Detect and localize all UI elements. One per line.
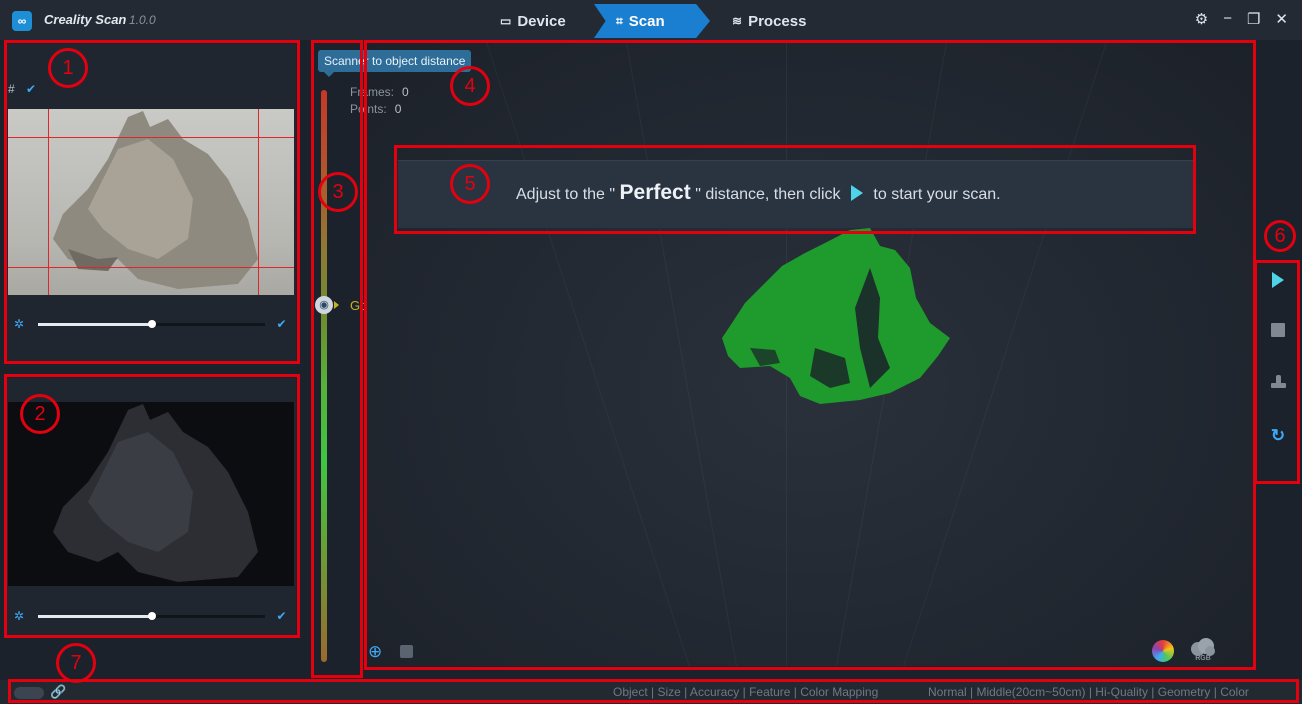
grid-checkbox[interactable]: ✔ bbox=[24, 82, 38, 96]
play-icon bbox=[850, 185, 863, 201]
instruction-highlight: Perfect bbox=[619, 181, 691, 204]
color-wheel-icon[interactable] bbox=[1152, 640, 1174, 662]
annotation-label-6: 6 bbox=[1264, 220, 1296, 252]
window-controls: ⚙ − ❐ ✕ bbox=[1195, 10, 1288, 28]
play-icon bbox=[1272, 272, 1284, 288]
brightness-icon: ✲ bbox=[14, 317, 25, 331]
reset-button[interactable]: ↻ bbox=[1268, 426, 1288, 446]
object-settings-summary[interactable]: Object | Size | Accuracy | Feature | Col… bbox=[613, 685, 878, 699]
play-button[interactable] bbox=[1268, 270, 1288, 290]
status-bar: 🔗 Object | Size | Accuracy | Feature | C… bbox=[0, 680, 1302, 704]
tab-scan[interactable]: ⌗ Scan bbox=[594, 4, 710, 38]
slider-fill bbox=[38, 322, 152, 326]
rgb-cloud-icon[interactable]: RGB bbox=[1190, 638, 1216, 664]
add-point-icon[interactable]: ⊕ bbox=[368, 642, 382, 662]
depth-brightness-row: ✲ ✔ bbox=[14, 606, 288, 626]
tab-process-label: Process bbox=[748, 12, 807, 30]
points-label: Points: bbox=[350, 102, 387, 116]
title-bar: ∞ Creality Scan 1.0.0 ▭ Device ⌗ Scan ≋ … bbox=[0, 0, 1302, 40]
grid-line bbox=[8, 267, 294, 268]
mode-settings-summary[interactable]: Normal | Middle(20cm~50cm) | Hi-Quality … bbox=[928, 685, 1249, 699]
app-window: ∞ Creality Scan 1.0.0 ▭ Device ⌗ Scan ≋ … bbox=[0, 0, 1302, 704]
tab-scan-label: Scan bbox=[628, 12, 665, 30]
scan-stats: Frames: 0 Points: 0 bbox=[350, 84, 409, 118]
settings-icon[interactable]: ⚙ bbox=[1195, 10, 1208, 28]
instruction-after: " distance, then click bbox=[695, 186, 841, 203]
square-toggle[interactable] bbox=[400, 645, 413, 658]
frames-value: 0 bbox=[402, 85, 409, 99]
texture-camera-preview bbox=[8, 109, 294, 295]
auto-exposure-checkbox[interactable]: ✔ bbox=[275, 609, 288, 623]
marker-pointer bbox=[334, 301, 339, 309]
auto-exposure-checkbox[interactable]: ✔ bbox=[275, 317, 288, 331]
stop-icon bbox=[1271, 323, 1285, 337]
frames-label: Frames: bbox=[350, 85, 395, 99]
workflow-steps: ▭ Device ⌗ Scan ≋ Process bbox=[478, 4, 840, 38]
slider-thumb[interactable] bbox=[147, 611, 156, 620]
stop-button[interactable] bbox=[1268, 320, 1288, 340]
tab-process[interactable]: ≋ Process bbox=[710, 4, 840, 38]
texture-brightness-slider[interactable] bbox=[38, 319, 265, 328]
grid-line bbox=[8, 137, 294, 138]
tab-device-label: Device bbox=[517, 12, 566, 30]
stamp-button[interactable] bbox=[1268, 372, 1288, 392]
scanned-point-cloud bbox=[722, 228, 950, 404]
distance-tooltip: Scanner to object distance bbox=[318, 50, 472, 77]
scan-icon: ⌗ bbox=[616, 13, 623, 28]
camera-marker-icon: ◉ bbox=[315, 296, 333, 314]
minimize-icon[interactable]: − bbox=[1223, 10, 1232, 28]
app-name: Creality Scan bbox=[44, 12, 127, 27]
close-icon[interactable]: ✕ bbox=[1275, 10, 1288, 28]
instruction-before: Adjust to the " bbox=[516, 186, 616, 203]
slider-thumb[interactable] bbox=[147, 319, 156, 328]
instruction-banner: Adjust to the " Perfect " distance, then… bbox=[398, 160, 1194, 228]
annotation-box-3 bbox=[311, 40, 363, 678]
device-toggle[interactable] bbox=[14, 687, 44, 699]
layers-icon: ≋ bbox=[732, 14, 743, 28]
restore-icon[interactable]: ❐ bbox=[1247, 10, 1260, 28]
depth-camera-preview bbox=[8, 402, 294, 586]
scan-control-toolbar: ↻ bbox=[1258, 262, 1298, 482]
grid-line bbox=[48, 109, 49, 295]
grid-label: # bbox=[8, 82, 15, 96]
reset-icon: ↻ bbox=[1270, 426, 1286, 445]
horse-ir-image bbox=[53, 404, 258, 582]
texture-brightness-row: ✲ ✔ bbox=[14, 314, 288, 334]
points-value: 0 bbox=[394, 102, 402, 116]
floor-line bbox=[486, 42, 690, 666]
brightness-icon: ✲ bbox=[14, 609, 25, 623]
stamp-icon bbox=[1271, 375, 1286, 389]
depth-brightness-slider[interactable] bbox=[38, 611, 265, 620]
creality-logo-icon: ∞ bbox=[12, 11, 32, 31]
distance-gauge-bar bbox=[321, 90, 327, 662]
instruction-text: Adjust to the " Perfect " distance, then… bbox=[516, 181, 1001, 205]
link-icon: 🔗 bbox=[50, 684, 67, 699]
grid-line bbox=[258, 109, 259, 295]
texture-camera-panel: # ✔ ✲ ✔ bbox=[6, 44, 296, 362]
rgb-label: RGB bbox=[1195, 655, 1211, 662]
instruction-tail: to start your scan. bbox=[873, 186, 1001, 203]
depth-camera-panel: ✲ ✔ bbox=[6, 378, 296, 636]
annotation-label-7: 7 bbox=[56, 643, 96, 683]
slider-fill bbox=[38, 614, 152, 618]
device-icon: ▭ bbox=[500, 14, 512, 28]
tab-device[interactable]: ▭ Device bbox=[478, 4, 594, 38]
app-version: 1.0.0 bbox=[129, 13, 156, 27]
